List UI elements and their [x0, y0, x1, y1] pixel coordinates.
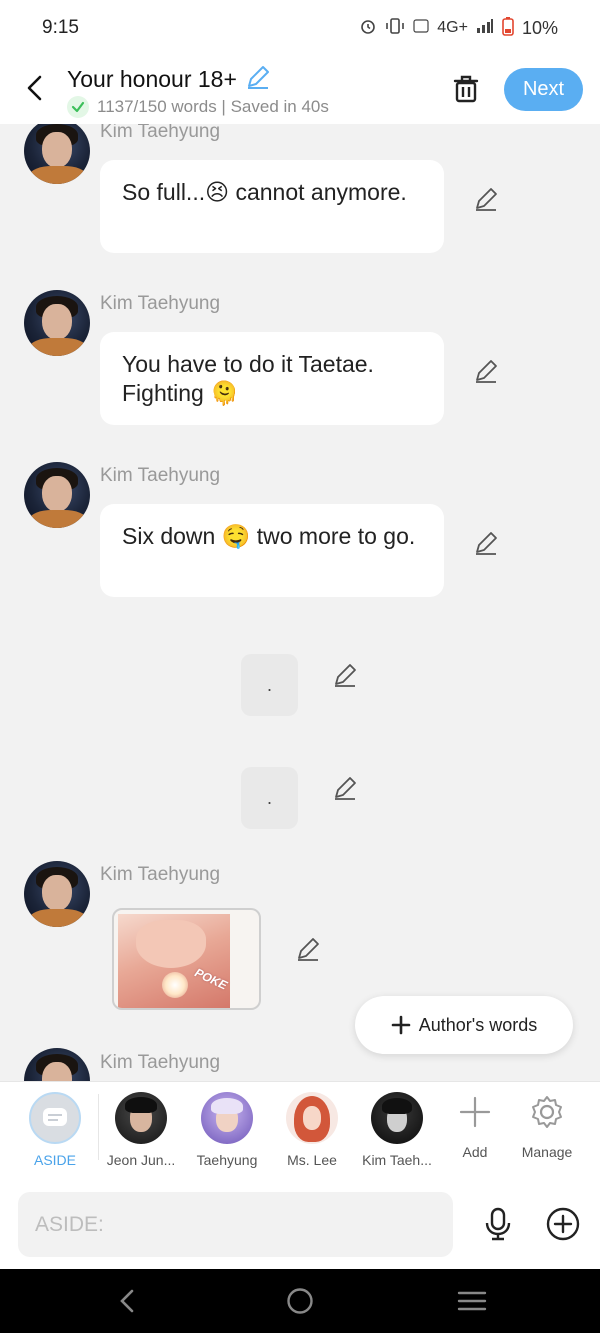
trash-icon: [453, 75, 479, 103]
word-count-status: 1137/150 words | Saved in 40s: [97, 97, 329, 116]
aside-bubble[interactable]: .: [241, 654, 298, 716]
battery-level: 10%: [521, 17, 558, 38]
next-button[interactable]: Next: [504, 68, 583, 111]
nav-menu-icon: [457, 1291, 487, 1311]
voice-input-button[interactable]: [481, 1206, 515, 1242]
microphone-icon: [485, 1207, 511, 1241]
avatar: [286, 1092, 338, 1144]
chevron-left-icon: [27, 75, 42, 101]
authors-words-button[interactable]: Author's words: [355, 996, 573, 1054]
save-status: 1137/150 words | Saved in 40s: [67, 96, 329, 118]
status-icons: 4G+ 10%: [359, 16, 558, 40]
character-label: Jeon Jun...: [106, 1152, 176, 1168]
avatar[interactable]: [24, 861, 90, 927]
character-taehyung[interactable]: Taehyung: [185, 1092, 269, 1168]
check-icon: [67, 96, 89, 118]
nav-menu-button[interactable]: [452, 1285, 492, 1317]
authors-words-label: Author's words: [418, 1014, 538, 1035]
network-type: 4G+: [437, 19, 468, 36]
attach-button[interactable]: [545, 1206, 581, 1242]
image-message[interactable]: POKE: [112, 908, 261, 1010]
avatar[interactable]: [24, 462, 90, 528]
alarm-icon: [359, 17, 377, 39]
edit-message-icon[interactable]: [332, 775, 358, 801]
message-bubble[interactable]: Six down 🤤 two more to go.: [100, 504, 444, 597]
character-bar: ASIDE Jeon Jun... Taehyung Ms. Lee Kim T…: [0, 1081, 600, 1180]
battery-icon: [502, 16, 514, 40]
gear-icon: [521, 1092, 573, 1136]
character-label: Kim Taeh...: [362, 1152, 432, 1168]
plus-icon: [391, 1015, 411, 1035]
compose-bar: [0, 1180, 600, 1269]
story-title: Your honour 18+: [67, 66, 237, 92]
plus-icon: [449, 1092, 501, 1136]
edit-message-icon[interactable]: [473, 358, 499, 384]
signal-icon: [476, 18, 494, 38]
message-author: Kim Taehyung: [100, 124, 221, 142]
delete-button[interactable]: [450, 73, 482, 105]
character-kim-taehyung[interactable]: Kim Taeh...: [355, 1092, 439, 1168]
edit-message-icon[interactable]: [473, 530, 499, 556]
editor-header: Your honour 18+ 1137/150 words | Saved i…: [0, 56, 600, 124]
character-label: ASIDE: [33, 1152, 76, 1168]
vibrate-icon: [385, 18, 405, 38]
status-bar: 9:15 4G+ 10%: [0, 0, 600, 56]
message-input[interactable]: [18, 1192, 453, 1257]
character-aside[interactable]: ASIDE: [13, 1092, 97, 1168]
character-label: Manage: [521, 1144, 573, 1160]
title-row: Your honour 18+: [67, 64, 271, 95]
message-author: Kim Taehyung: [100, 293, 221, 314]
avatar[interactable]: [24, 290, 90, 356]
edit-message-icon[interactable]: [473, 186, 499, 212]
manage-characters-button[interactable]: Manage: [505, 1092, 589, 1160]
back-button[interactable]: [20, 70, 50, 106]
nav-back-button[interactable]: [107, 1285, 147, 1317]
aside-bubble[interactable]: .: [241, 767, 298, 829]
edit-title-icon[interactable]: [245, 64, 271, 95]
plus-circle-icon: [546, 1207, 580, 1241]
message-author: Kim Taehyung: [100, 864, 221, 885]
nav-home-icon: [287, 1288, 313, 1314]
message-bubble[interactable]: So full...😣 cannot anymore.: [100, 160, 444, 253]
message-author: Kim Taehyung: [100, 465, 221, 486]
character-jeon[interactable]: Jeon Jun...: [99, 1092, 183, 1168]
story-chat: Kim Taehyung So full...😣 cannot anymore.…: [0, 124, 600, 1081]
character-label: Taehyung: [196, 1152, 258, 1168]
nav-home-button[interactable]: [280, 1285, 320, 1317]
system-nav-bar: [0, 1269, 600, 1333]
nav-back-icon: [120, 1289, 134, 1313]
edit-message-icon[interactable]: [295, 936, 321, 962]
volte-icon: [413, 18, 429, 38]
character-ms-lee[interactable]: Ms. Lee: [270, 1092, 354, 1168]
message-author: Kim Taehyung: [100, 1052, 221, 1073]
avatar: [371, 1092, 423, 1144]
character-label: Ms. Lee: [287, 1152, 337, 1168]
avatar: [115, 1092, 167, 1144]
aside-chat-icon: [29, 1092, 81, 1144]
message-bubble[interactable]: You have to do it Taetae. Fighting 🫠: [100, 332, 444, 425]
edit-message-icon[interactable]: [332, 662, 358, 688]
avatar[interactable]: [24, 1048, 90, 1081]
status-time: 9:15: [42, 17, 79, 38]
avatar: [201, 1092, 253, 1144]
avatar[interactable]: [24, 124, 90, 184]
